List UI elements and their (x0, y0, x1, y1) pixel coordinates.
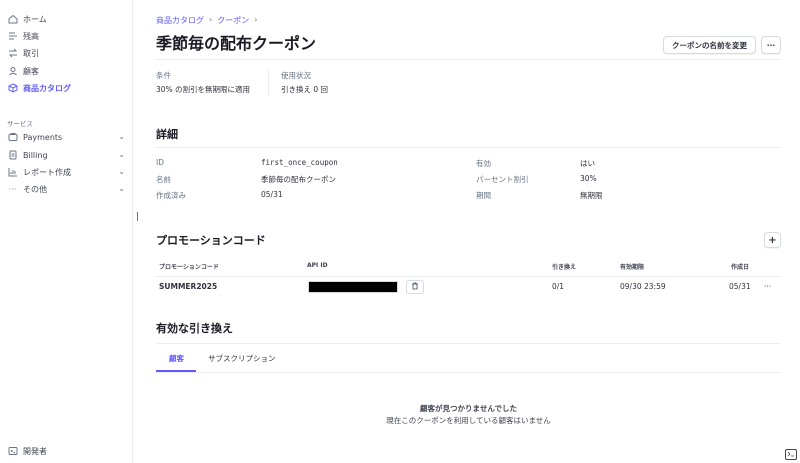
expires-value: 09/30 23:59 (620, 282, 666, 291)
sidebar-item-label: レポート作成 (23, 167, 71, 177)
chevron-right-icon: › (254, 15, 258, 24)
column-header[interactable]: 引き換え (552, 262, 576, 271)
sidebar-item-home[interactable]: ホーム (7, 12, 125, 26)
sidebar-item-payments[interactable]: Payments ⌄ (7, 130, 125, 144)
chevron-down-icon: ⌄ (118, 132, 125, 141)
rename-coupon-button[interactable]: クーポンの名前を変更 (663, 36, 756, 54)
sidebar-item-more[interactable]: ··· その他 ⌄ (7, 182, 125, 196)
duration-value: 無期限 (580, 191, 603, 200)
empty-state-message: 現在このクーポンを利用している顧客はいません (386, 416, 551, 425)
detail-label: 期間 (476, 191, 491, 200)
breadcrumb: 商品カタログ › クーポン › (156, 15, 257, 26)
chevron-down-icon: ⌄ (118, 150, 125, 159)
balance-icon (7, 31, 18, 42)
detail-label: パーセント割引 (476, 175, 529, 184)
payments-icon (7, 132, 18, 143)
terminal-icon (7, 446, 18, 457)
created-value: 05/31 (261, 190, 283, 199)
text-cursor (137, 212, 138, 221)
detail-label: 名前 (156, 175, 171, 184)
divider (156, 147, 781, 148)
detail-label: 作成済み (156, 191, 186, 200)
divider (156, 276, 781, 277)
chevron-down-icon: ⌄ (118, 184, 125, 193)
row-more-button[interactable]: ··· (764, 282, 771, 291)
sidebar-item-label: 取引 (23, 48, 39, 58)
chevron-down-icon: ⌄ (118, 167, 125, 176)
billing-icon (7, 150, 18, 161)
tab-customers[interactable]: 顧客 (169, 353, 184, 364)
column-header[interactable]: API ID (307, 262, 328, 269)
sidebar-item-label: 残高 (23, 31, 39, 41)
sidebar-item-developers[interactable]: 開発者 (7, 444, 125, 458)
percent-off-value: 30% (580, 174, 597, 183)
more-icon: ··· (8, 184, 17, 194)
breadcrumb-coupons[interactable]: クーポン (217, 15, 249, 26)
divider (268, 68, 269, 96)
report-icon (7, 167, 18, 178)
sidebar-item-label: Payments (23, 132, 63, 142)
column-header[interactable]: プロモーションコード (159, 262, 219, 271)
empty-state-title: 顧客が見つかりませんでした (420, 404, 517, 413)
sidebar-section-label: サービス (7, 120, 33, 128)
console-button[interactable] (785, 449, 797, 460)
tab-subscriptions[interactable]: サブスクリプション (208, 353, 276, 364)
sidebar-item-label: ホーム (23, 14, 47, 24)
sidebar-item-label: その他 (23, 184, 47, 194)
page-title: 季節毎の配布クーポン (156, 34, 317, 53)
redemptions-value: 0/1 (552, 282, 565, 291)
trash-icon (411, 282, 419, 292)
coupon-id-value: first_once_coupon (261, 158, 338, 167)
sidebar-item-product-catalog[interactable]: 商品カタログ (7, 81, 125, 95)
chevron-right-icon: › (209, 15, 213, 24)
breadcrumb-catalog[interactable]: 商品カタログ (156, 15, 204, 26)
column-header[interactable]: 作成日 (731, 262, 749, 271)
api-id-redacted (308, 281, 398, 293)
more-actions-button[interactable]: ··· (761, 36, 781, 54)
promo-codes-title: プロモーションコード (156, 234, 266, 247)
sidebar-item-customers[interactable]: 顧客 (7, 64, 125, 78)
usage-label: 使用状況 (281, 71, 311, 80)
details-title: 詳細 (156, 128, 178, 141)
promo-code-value[interactable]: SUMMER2025 (159, 282, 217, 291)
column-header[interactable]: 有効期限 (620, 262, 644, 271)
detail-label: ID (156, 158, 164, 167)
divider (156, 343, 781, 344)
conditions-value: 30% の割引を無期限に適用 (156, 85, 251, 94)
divider (156, 59, 781, 60)
created-date-value: 05/31 (729, 282, 751, 291)
sidebar-item-label: 開発者 (23, 446, 47, 456)
catalog-icon (7, 83, 18, 94)
sidebar-item-label: Billing (23, 150, 48, 160)
home-icon (7, 14, 18, 25)
sidebar-item-transactions[interactable]: 取引 (7, 46, 125, 60)
divider (156, 372, 781, 373)
sidebar: ホーム 残高 取引 顧客 商品カタログ サービス Payments ⌄ Bill… (0, 0, 133, 463)
copy-button[interactable] (406, 280, 424, 294)
terminal-icon (787, 450, 795, 459)
sidebar-item-balance[interactable]: 残高 (7, 29, 125, 43)
sidebar-item-label: 顧客 (23, 66, 39, 76)
conditions-label: 条件 (156, 71, 171, 80)
redemptions-title: 有効な引き換え (156, 322, 233, 335)
usage-value: 引き換え 0 回 (281, 85, 329, 94)
valid-value: はい (580, 159, 595, 168)
sidebar-item-billing[interactable]: Billing ⌄ (7, 148, 125, 162)
customer-icon (7, 66, 18, 77)
sidebar-item-label: 商品カタログ (23, 83, 71, 93)
sidebar-item-reports[interactable]: レポート作成 ⌄ (7, 165, 125, 179)
coupon-name-value: 季節毎の配布クーポン (261, 175, 336, 184)
add-promo-code-button[interactable]: + (764, 232, 781, 248)
detail-label: 有効 (476, 159, 491, 168)
transactions-icon (7, 48, 18, 59)
